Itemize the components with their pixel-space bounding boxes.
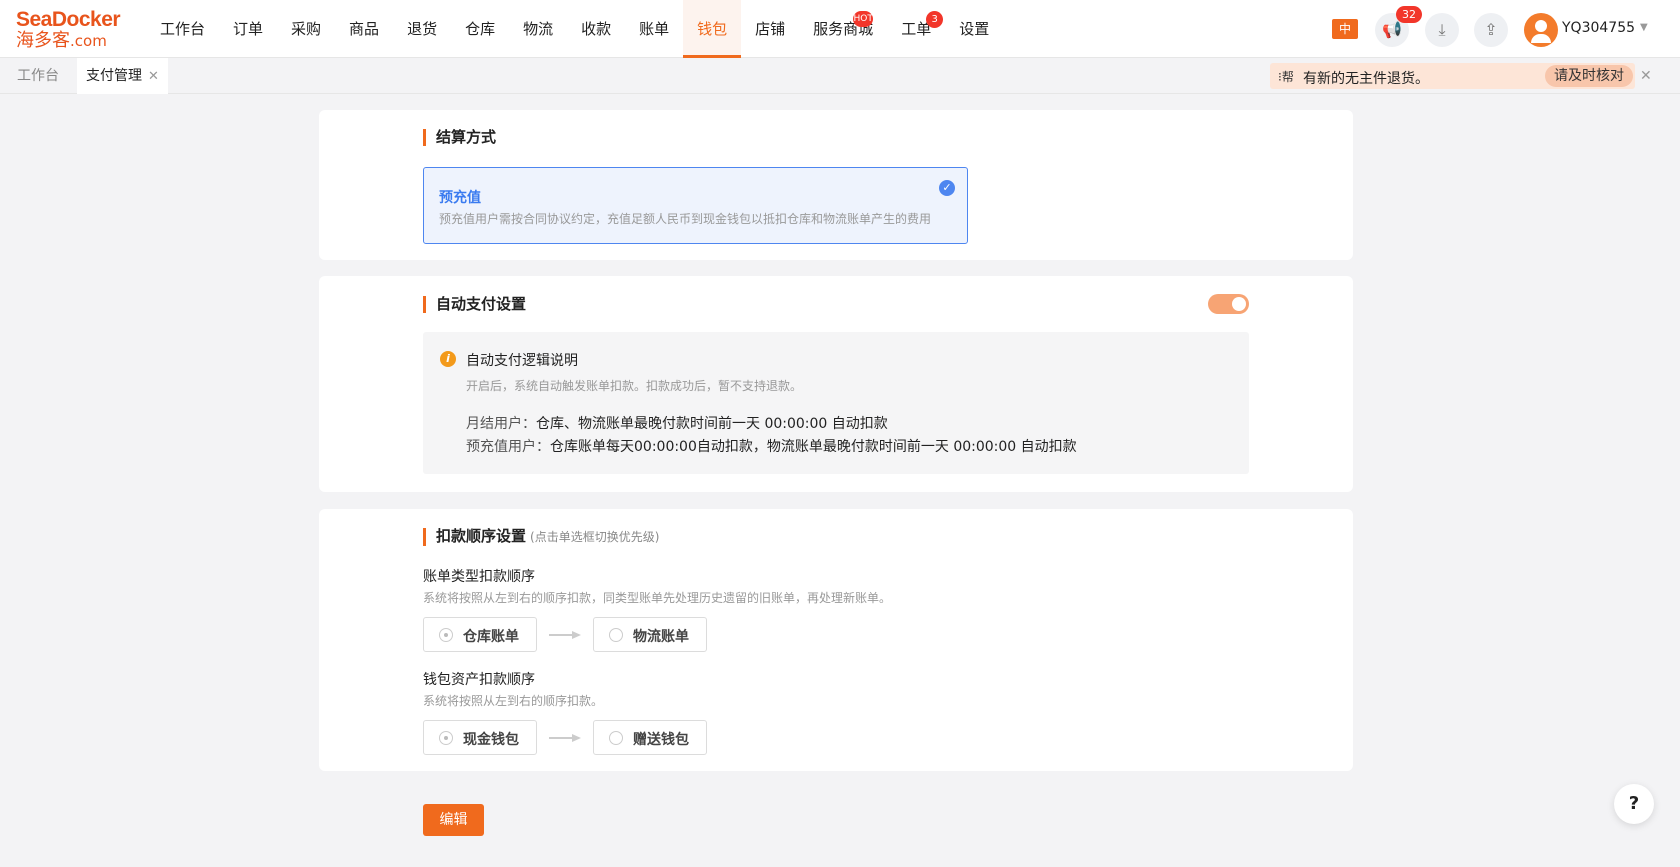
warehouse-bill-option[interactable]: 仓库账单 bbox=[423, 617, 537, 652]
section-title: 结算方式 bbox=[423, 129, 496, 146]
autopay-toggle[interactable] bbox=[1208, 294, 1249, 314]
help-button[interactable]: ? bbox=[1614, 784, 1654, 824]
radio-icon[interactable] bbox=[609, 731, 623, 745]
brand-name-cn: 海多客 bbox=[16, 30, 70, 51]
autopay-card: 自动支付设置 i 自动支付逻辑说明 开启后，系统自动触发账单扣款。扣款成功后，暂… bbox=[319, 276, 1353, 492]
gift-wallet-option[interactable]: 赠送钱包 bbox=[593, 720, 707, 755]
close-icon[interactable]: ✕ bbox=[1640, 68, 1652, 84]
username[interactable]: YQ304755 bbox=[1562, 20, 1635, 36]
nav-item-service-mall[interactable]: 服务商城 HOT bbox=[799, 0, 887, 58]
bill-order-options: 仓库账单 物流账单 bbox=[423, 617, 723, 653]
brand-logo[interactable]: SeaDocker 海多客.com bbox=[16, 9, 124, 51]
wallet-order-title: 钱包资产扣款顺序 bbox=[423, 672, 535, 688]
autopay-info: i 自动支付逻辑说明 开启后，系统自动触发账单扣款。扣款成功后，暂不支持退款。 … bbox=[423, 332, 1249, 474]
section-hint: (点击单选框切换优先级) bbox=[530, 530, 660, 544]
edit-button[interactable]: 编辑 bbox=[423, 804, 484, 836]
deduction-card: 扣款顺序设置 (点击单选框切换优先级) 账单类型扣款顺序 系统将按照从左到右的顺序… bbox=[319, 509, 1353, 771]
nav-item-wallet[interactable]: 钱包 bbox=[683, 0, 742, 58]
monthly-rule: 月结用户：仓库、物流账单最晚付款时间前一天 00:00:00 自动扣款 bbox=[466, 416, 888, 432]
chevron-down-icon[interactable]: ▼ bbox=[1640, 22, 1648, 33]
announcement-count-badge: 32 bbox=[1396, 6, 1422, 23]
nav-item-receipts[interactable]: 收款 bbox=[567, 0, 625, 58]
arrow-right-icon bbox=[549, 734, 581, 742]
nav-item-warehouse[interactable]: 仓库 bbox=[451, 0, 509, 58]
info-title: 自动支付逻辑说明 bbox=[466, 353, 578, 369]
share-icon[interactable]: ⇪ bbox=[1474, 13, 1508, 47]
option-desc: 预充值用户需按合同协议约定，充值足额人民币到现金钱包以抵扣仓库和物流账单产生的费… bbox=[439, 212, 932, 226]
wallet-order-desc: 系统将按照从左到右的顺序扣款。 bbox=[423, 694, 604, 708]
hot-badge: HOT bbox=[853, 11, 874, 27]
top-navigation: SeaDocker 海多客.com 工作台 订单 采购 商品 退货 仓库 物流 … bbox=[0, 0, 1680, 58]
nav-item-orders[interactable]: 订单 bbox=[219, 0, 277, 58]
option-name: 预充值 bbox=[439, 190, 481, 206]
nav-item-workbench[interactable]: 工作台 bbox=[146, 0, 219, 58]
cash-wallet-option[interactable]: 现金钱包 bbox=[423, 720, 537, 755]
nav-item-tickets[interactable]: 工单 3 bbox=[887, 0, 945, 58]
nav-item-logistics[interactable]: 物流 bbox=[509, 0, 567, 58]
nav-item-bills[interactable]: 账单 bbox=[625, 0, 683, 58]
prepay-rule: 预充值用户：仓库账单每天00:00:00自动扣款，物流账单最晚付款时间前一天 0… bbox=[466, 439, 1077, 455]
brand-domain: .com bbox=[70, 32, 107, 50]
close-icon[interactable]: ✕ bbox=[148, 69, 159, 84]
download-icon[interactable]: ⤓ bbox=[1425, 13, 1459, 47]
language-switch[interactable]: 中 bbox=[1332, 19, 1358, 39]
prepay-option[interactable]: 预充值 预充值用户需按合同协议约定，充值足额人民币到现金钱包以抵扣仓库和物流账单… bbox=[423, 167, 968, 244]
nav-item-purchase[interactable]: 采购 bbox=[277, 0, 335, 58]
wallet-order-options: 现金钱包 赠送钱包 bbox=[423, 720, 723, 756]
info-icon: i bbox=[440, 351, 456, 367]
section-title: 自动支付设置 bbox=[423, 296, 526, 313]
radio-icon[interactable] bbox=[609, 628, 623, 642]
nav-item-settings[interactable]: 设置 bbox=[945, 0, 1003, 58]
info-subtitle: 开启后，系统自动触发账单扣款。扣款成功后，暂不支持退款。 bbox=[466, 379, 803, 393]
tickets-count-badge: 3 bbox=[926, 11, 944, 28]
avatar[interactable] bbox=[1524, 13, 1558, 47]
verify-button[interactable]: 请及时核对 bbox=[1545, 65, 1633, 87]
tab-workbench[interactable]: 工作台 bbox=[8, 58, 68, 94]
settlement-card: 结算方式 预充值 预充值用户需按合同协议约定，充值足额人民币到现金钱包以抵扣仓库… bbox=[319, 110, 1353, 260]
notice-banner: ⁝帮 有新的无主件退货。 请及时核对 bbox=[1270, 63, 1635, 89]
brand-name-en: SeaDocker bbox=[16, 8, 121, 31]
logistics-bill-option[interactable]: 物流账单 bbox=[593, 617, 707, 652]
notice-text: 有新的无主件退货。 bbox=[1303, 71, 1429, 87]
nav-item-products[interactable]: 商品 bbox=[335, 0, 393, 58]
scrollbar[interactable] bbox=[1670, 94, 1680, 867]
section-title: 扣款顺序设置 (点击单选框切换优先级) bbox=[423, 528, 659, 546]
radio-icon[interactable] bbox=[439, 628, 453, 642]
nav-item-returns[interactable]: 退货 bbox=[393, 0, 451, 58]
arrow-right-icon bbox=[549, 631, 581, 639]
notice-icon: ⁝帮 bbox=[1278, 70, 1294, 84]
check-icon: ✓ bbox=[939, 180, 955, 196]
bill-order-desc: 系统将按照从左到右的顺序扣款，同类型账单先处理历史遗留的旧账单，再处理新账单。 bbox=[423, 591, 892, 605]
bill-order-title: 账单类型扣款顺序 bbox=[423, 569, 535, 585]
radio-icon[interactable] bbox=[439, 731, 453, 745]
tab-payment-management[interactable]: 支付管理 ✕ bbox=[77, 58, 168, 94]
main-nav: 工作台 订单 采购 商品 退货 仓库 物流 收款 账单 钱包 店铺 服务商城 HO… bbox=[146, 0, 1003, 58]
nav-item-stores[interactable]: 店铺 bbox=[741, 0, 799, 58]
